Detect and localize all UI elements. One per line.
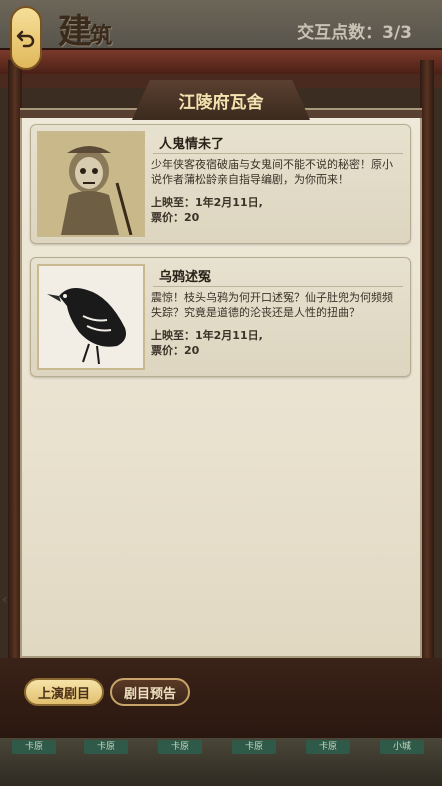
play-price: 票价：20: [151, 344, 200, 357]
venue-header: 江陵府瓦舍: [132, 80, 310, 120]
crow-icon: [39, 266, 143, 368]
bottom-tab-bar: 卡原 卡原 卡原 卡原 卡原 小城: [0, 738, 442, 786]
card-divider: [153, 286, 403, 287]
title-small-char: 筑: [90, 23, 112, 49]
page-title: 建筑: [58, 4, 112, 54]
play-poster-crow: [37, 264, 145, 370]
play-card[interactable]: 人鬼情未了 少年侠客夜宿破庙与女鬼间不能不说的秘密！原小说作者蒲松龄亲自指导编剧…: [30, 124, 411, 244]
interaction-points: 交互点数：3/3: [297, 23, 412, 43]
play-description: 少年侠客夜宿破庙与女鬼间不能不说的秘密！原小说作者蒲松龄亲自指导编剧，为你而来！: [151, 158, 393, 186]
back-button[interactable]: [10, 6, 42, 70]
play-description: 震惊！枝头乌鸦为何开口述冤？仙子肚兜为何频频失踪？究竟是道德的沦丧还是人性的扭曲…: [151, 291, 393, 319]
current-plays-button[interactable]: 上演剧目: [24, 678, 104, 706]
ghost-figure-icon: [39, 133, 143, 235]
back-arrow-icon: [16, 30, 35, 48]
card-divider: [153, 153, 403, 154]
frame-top-beam: [0, 48, 442, 76]
title-main-char: 建: [58, 12, 92, 52]
play-price: 票价：20: [151, 211, 200, 224]
bottom-tab[interactable]: 卡原: [232, 740, 276, 754]
bottom-tab[interactable]: 卡原: [306, 740, 350, 754]
bottom-tab[interactable]: 卡原: [84, 740, 128, 754]
preview-plays-button[interactable]: 剧目预告: [110, 678, 190, 706]
bottom-tab[interactable]: 小城: [380, 740, 424, 754]
play-title: 人鬼情未了: [159, 137, 225, 152]
venue-name: 江陵府瓦舍: [178, 92, 264, 113]
bottom-tab[interactable]: 卡原: [12, 740, 56, 754]
play-showing-until: 上映至：1年2月11日,: [151, 329, 263, 342]
bottom-tab[interactable]: 卡原: [158, 740, 202, 754]
chevron-left-icon[interactable]: ‹: [2, 592, 8, 608]
play-title: 乌鸦述冤: [159, 270, 212, 285]
play-card[interactable]: 乌鸦述冤 震惊！枝头乌鸦为何开口述冤？仙子肚兜为何频频失踪？究竟是道德的沦丧还是…: [30, 257, 411, 377]
play-showing-until: 上映至：1年2月11日,: [151, 196, 263, 209]
frame-right-pillar: [420, 60, 434, 710]
play-poster-ghost: [37, 131, 145, 237]
